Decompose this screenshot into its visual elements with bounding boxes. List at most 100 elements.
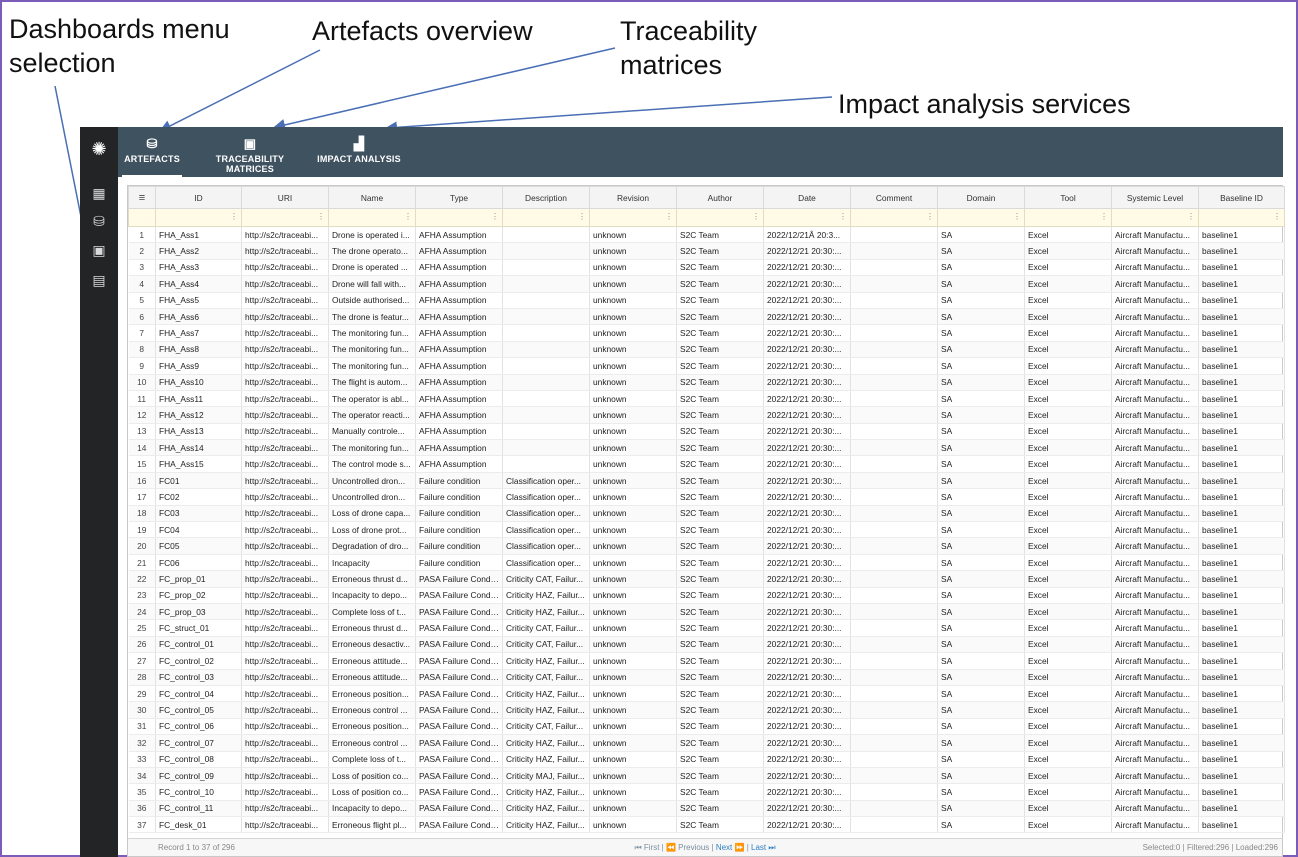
table-row[interactable]: 9 FHA_Ass9 http://s2c/traceabi... The monit… [128,357,1285,375]
table-row[interactable]: 7 FHA_Ass7 http://s2c/traceabi... The monit… [128,324,1285,342]
table-cell: unknown [589,652,677,670]
table-row[interactable]: 17 FC02 http://s2c/traceabi... Uncontrolled… [128,488,1285,506]
table-row[interactable]: 27 FC_control_02 http://s2c/traceabi... Err… [128,652,1285,670]
grid-menu-icon[interactable]: ≡ [128,186,156,209]
table-cell: PASA Failure Condi... [415,685,503,703]
tab-artefacts[interactable]: ⛁ ARTEFACTS [122,127,182,177]
table-row[interactable]: 26 FC_control_01 http://s2c/traceabi... Err… [128,636,1285,654]
table-cell: Aircraft Manufactu... [1111,652,1199,670]
table-cell: unknown [589,374,677,391]
table-row[interactable]: 33 FC_control_08 http://s2c/traceabi... Com… [128,751,1285,768]
table-row[interactable]: 4 FHA_Ass4 http://s2c/traceabi... Drone wil… [128,275,1285,293]
filter-input[interactable]: ⋮ [1111,208,1199,227]
table-row[interactable]: 3 FHA_Ass3 http://s2c/traceabi... Drone is … [128,259,1285,277]
table-cell: http://s2c/traceabi... [241,816,329,834]
filter-input[interactable]: ⋮ [155,208,242,227]
table-row[interactable]: 29 FC_control_04 http://s2c/traceabi... Err… [128,685,1285,703]
logo-icon[interactable]: ✺ [89,139,109,159]
filter-input[interactable]: ⋮ [937,208,1025,227]
column-header[interactable]: Domain [937,186,1025,209]
table-row[interactable]: 37 FC_desk_01 http://s2c/traceabi... Errone… [128,816,1285,834]
column-header[interactable]: URI [241,186,329,209]
grid-body: 1 FHA_Ass1 http://s2c/traceabi... Drone is … [128,226,1285,834]
table-row[interactable]: 11 FHA_Ass11 http://s2c/traceabi... The ope… [128,390,1285,408]
table-row[interactable]: 20 FC05 http://s2c/traceabi... Degradation … [128,537,1285,555]
table-row[interactable]: 6 FHA_Ass6 http://s2c/traceabi... The drone… [128,308,1285,326]
filter-input[interactable]: ⋮ [1198,208,1285,227]
table-row[interactable]: 1 FHA_Ass1 http://s2c/traceabi... Drone is … [128,226,1285,244]
table-cell: FHA_Ass1 [155,226,242,244]
table-row[interactable]: 16 FC01 http://s2c/traceabi... Uncontrolled… [128,472,1285,490]
table-row[interactable]: 32 FC_control_07 http://s2c/traceabi... Err… [128,734,1285,752]
table-row[interactable]: 19 FC04 http://s2c/traceabi... Loss of dron… [128,521,1285,539]
column-header[interactable]: Date [763,186,851,209]
table-row[interactable]: 5 FHA_Ass5 http://s2c/traceabi... Outside a… [128,292,1285,309]
table-row[interactable]: 22 FC_prop_01 http://s2c/traceabi... Errone… [128,570,1285,588]
column-header[interactable]: Baseline ID [1198,186,1285,209]
table-cell: Aircraft Manufactu... [1111,439,1199,457]
table-row[interactable]: 13 FHA_Ass13 http://s2c/traceabi... Manuall… [128,423,1285,441]
filter-input[interactable]: ⋮ [589,208,677,227]
table-row[interactable]: 30 FC_control_05 http://s2c/traceabi... Err… [128,701,1285,719]
filter-input[interactable]: ⋮ [415,208,503,227]
tab-traceability-matrices[interactable]: ▣ TRACEABILITY MATRICES [192,127,308,177]
table-row[interactable]: 15 FHA_Ass15 http://s2c/traceabi... The con… [128,455,1285,473]
table-cell: baseline1 [1198,751,1285,768]
database-icon: ⛁ [146,136,158,151]
table-row[interactable]: 12 FHA_Ass12 http://s2c/traceabi... The ope… [128,406,1285,424]
table-cell: SA [937,292,1025,309]
table-row[interactable]: 34 FC_control_09 http://s2c/traceabi... Los… [128,767,1285,785]
table-cell: 2022/12/21 20:30:... [763,275,851,293]
table-row[interactable]: 36 FC_control_11 http://s2c/traceabi... Inc… [128,800,1285,818]
dashboard-grid-icon[interactable]: ▦ [91,185,107,201]
column-header[interactable]: ID [155,186,242,209]
table-cell: S2C Team [676,734,764,752]
filter-input[interactable]: ⋮ [328,208,416,227]
last-page-link[interactable]: Last ⏭ [751,843,776,852]
filter-input[interactable]: ⋮ [763,208,851,227]
table-row[interactable]: 21 FC06 http://s2c/traceabi... Incapacity Fa… [128,554,1285,572]
dashboard-settings-icon[interactable]: ▤ [91,272,107,288]
table-row[interactable]: 23 FC_prop_02 http://s2c/traceabi... Incapa… [128,587,1285,604]
table-cell [850,685,938,703]
table-row[interactable]: 18 FC03 http://s2c/traceabi... Loss of dron… [128,505,1285,523]
column-header[interactable]: Tool [1024,186,1112,209]
filter-input[interactable]: ⋮ [850,208,938,227]
column-header[interactable]: Type [415,186,503,209]
previous-page-link[interactable]: ⏪ Previous [666,843,709,852]
tab-traceability-matrices-label: TRACEABILITY MATRICES [215,154,285,174]
table-row[interactable]: 31 FC_control_06 http://s2c/traceabi... Err… [128,718,1285,736]
table-cell: FC03 [155,505,242,523]
table-cell [850,537,938,555]
filter-input[interactable]: ⋮ [676,208,764,227]
table-row[interactable]: 28 FC_control_03 http://s2c/traceabi... Err… [128,669,1285,686]
first-page-link[interactable]: ⏮ First [634,843,659,852]
column-header[interactable]: Name [328,186,416,209]
table-row[interactable]: 8 FHA_Ass8 http://s2c/traceabi... The monit… [128,341,1285,359]
table-row[interactable]: 25 FC_struct_01 http://s2c/traceabi... Erro… [128,619,1285,637]
row-number: 2 [128,242,156,260]
table-row[interactable]: 24 FC_prop_03 http://s2c/traceabi... Comple… [128,603,1285,621]
column-header[interactable]: Comment [850,186,938,209]
filter-input[interactable]: ⋮ [1024,208,1112,227]
table-cell: PASA Failure Condi... [415,800,503,818]
column-header[interactable]: Systemic Level [1111,186,1199,209]
table-row[interactable]: 10 FHA_Ass10 http://s2c/traceabi... The fli… [128,374,1285,391]
monitor-icon[interactable]: ▣ [91,242,107,258]
table-cell: AFHA Assumption [415,439,503,457]
table-row[interactable]: 35 FC_control_10 http://s2c/traceabi... Los… [128,783,1285,801]
column-header[interactable]: Revision [589,186,677,209]
table-row[interactable]: 14 FHA_Ass14 http://s2c/traceabi... The mon… [128,439,1285,457]
table-cell: Aircraft Manufactu... [1111,324,1199,342]
table-row[interactable]: 2 FHA_Ass2 http://s2c/traceabi... The drone… [128,242,1285,260]
filter-input[interactable]: ⋮ [502,208,590,227]
tab-impact-analysis[interactable]: ▟ IMPACT ANALYSIS [316,127,402,177]
filter-input[interactable]: ⋮ [241,208,329,227]
table-cell: 2022/12/21 20:30:... [763,783,851,801]
next-page-link[interactable]: Next ⏩ [716,843,745,852]
database-settings-icon[interactable]: ⛁ [91,213,107,229]
table-cell: http://s2c/traceabi... [241,767,329,785]
column-header[interactable]: Description [502,186,590,209]
row-number: 17 [128,488,156,506]
column-header[interactable]: Author [676,186,764,209]
